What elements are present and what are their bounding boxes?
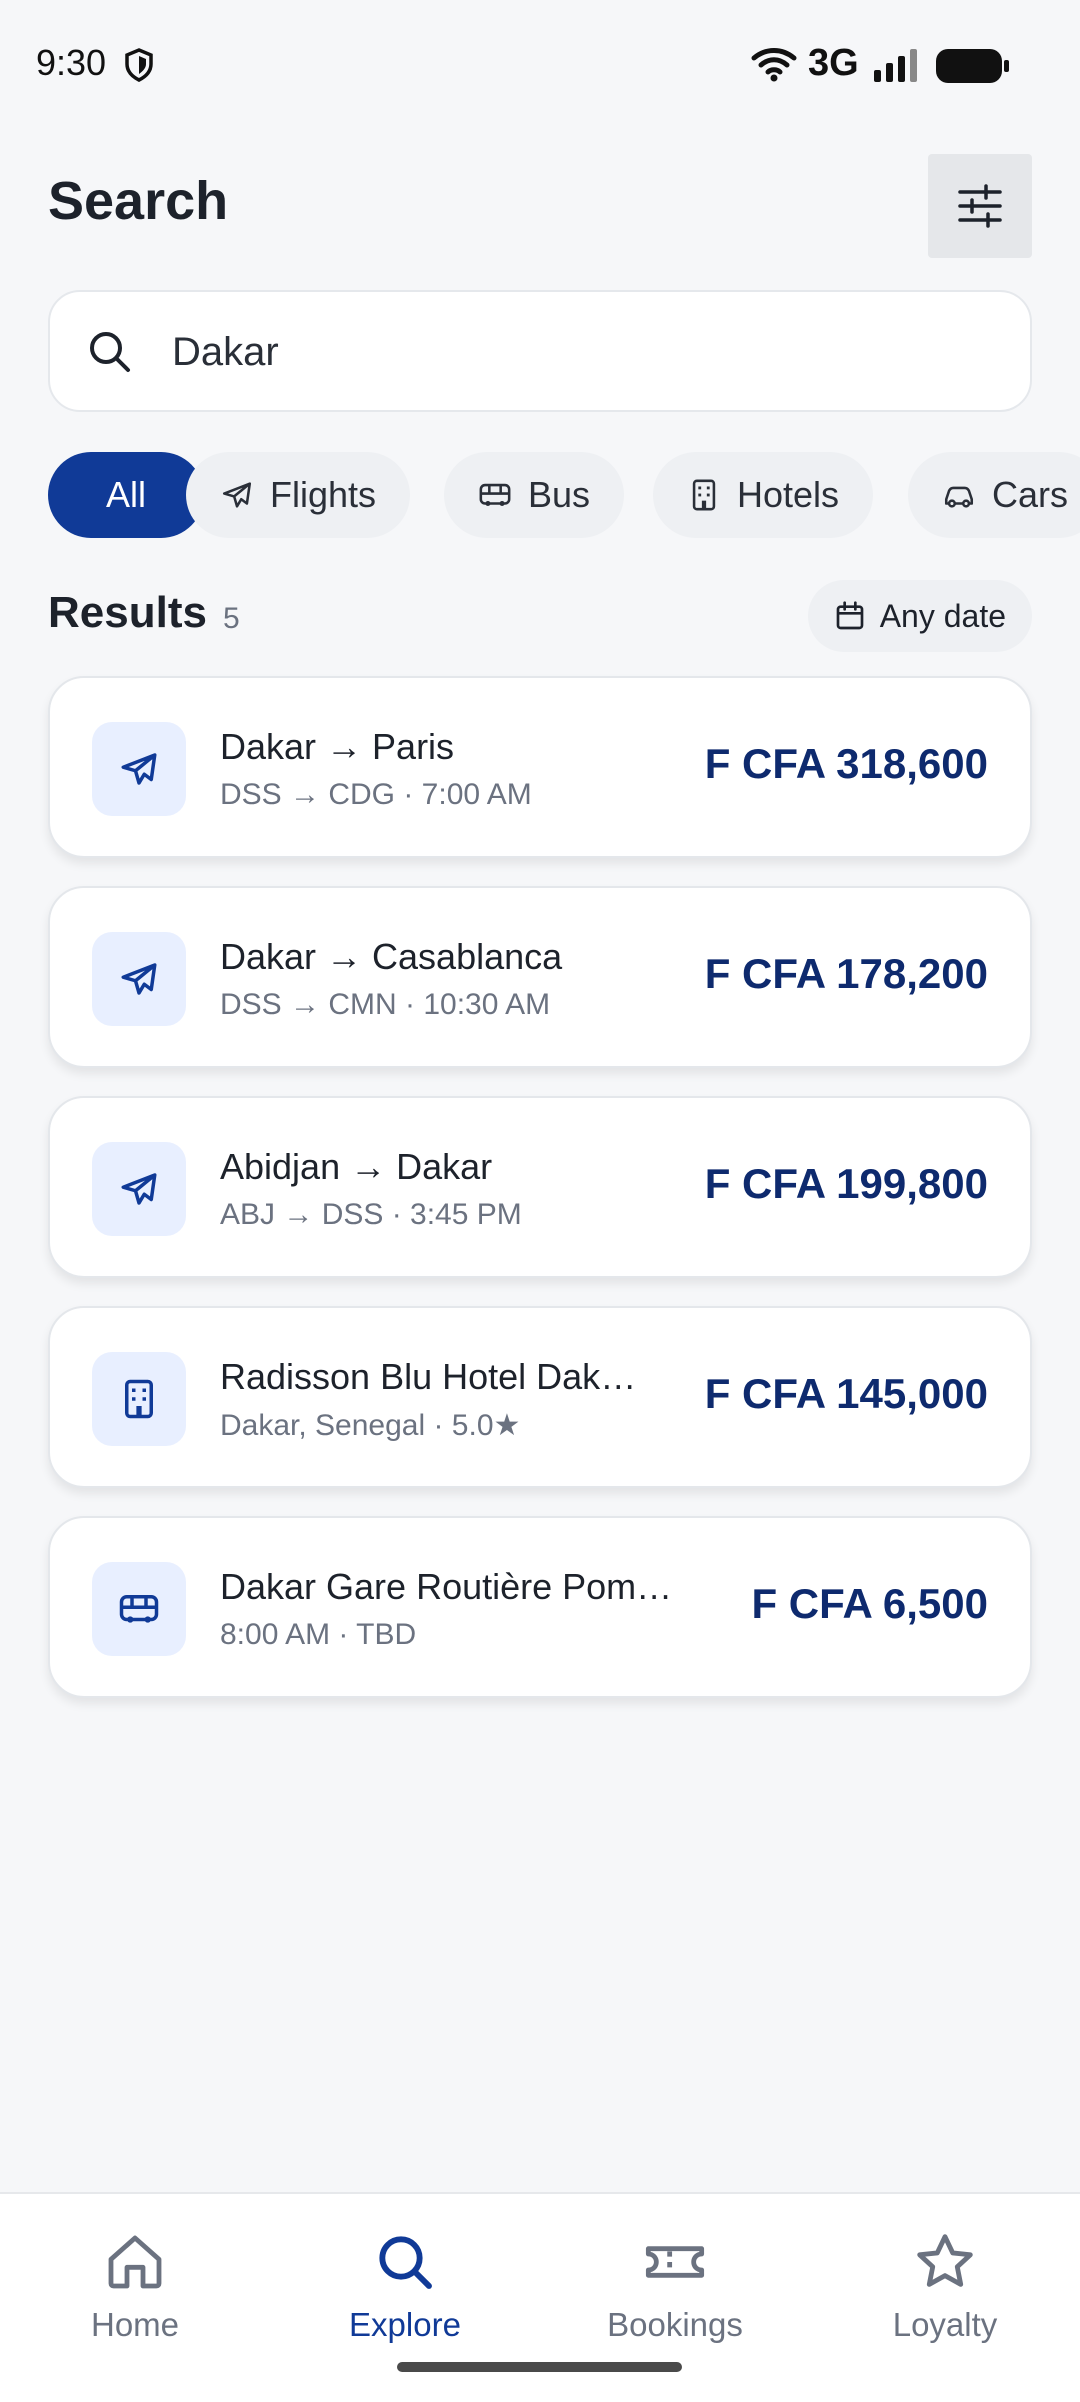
wifi-icon bbox=[751, 48, 797, 82]
plane-icon bbox=[121, 753, 157, 785]
result-price: F CFA 6,500 bbox=[751, 1580, 988, 1627]
chip-label: Bus bbox=[528, 474, 591, 515]
result-title: Dakar Gare Routière Pompidou bbox=[220, 1566, 690, 1607]
result-type-icon bbox=[92, 722, 186, 816]
search-input[interactable] bbox=[170, 320, 994, 384]
search-icon bbox=[90, 332, 130, 372]
chip-bus[interactable]: Bus bbox=[444, 452, 625, 538]
date-filter-button[interactable]: Any date bbox=[807, 580, 1032, 652]
status-time: 9:30 bbox=[36, 42, 107, 83]
chip-hotels[interactable]: Hotels bbox=[653, 452, 874, 538]
search-box[interactable] bbox=[48, 290, 1032, 412]
result-title: Abidjan → Dakar bbox=[220, 1146, 493, 1187]
result-card[interactable]: Dakar Gare Routière Pompidou 8:00 AM · T… bbox=[48, 1516, 1032, 1698]
result-card[interactable]: Radisson Blu Hotel Dakar Sea Plaza Dakar… bbox=[48, 1306, 1032, 1488]
chip-label: All bbox=[105, 474, 146, 515]
building-icon bbox=[692, 479, 716, 511]
plane-icon bbox=[121, 1173, 157, 1205]
result-price: F CFA 318,600 bbox=[704, 740, 988, 787]
filter-button[interactable] bbox=[928, 154, 1032, 258]
network-type: 3G bbox=[808, 42, 859, 84]
search-icon bbox=[379, 2236, 432, 2289]
nav-loyalty[interactable]: Loyalty bbox=[845, 2230, 1045, 2350]
nav-label: Explore bbox=[349, 2306, 461, 2343]
plane-icon bbox=[222, 482, 252, 508]
result-subtitle: DSS → CDG · 7:00 AM bbox=[220, 778, 532, 811]
result-subtitle: 8:00 AM · TBD bbox=[220, 1618, 417, 1651]
result-title: Dakar → Paris bbox=[220, 726, 455, 767]
nav-home[interactable]: Home bbox=[35, 2230, 235, 2350]
result-price: F CFA 199,800 bbox=[704, 1160, 988, 1207]
date-filter-label: Any date bbox=[879, 597, 1006, 634]
chip-cars[interactable]: Cars bbox=[908, 452, 1080, 538]
results-count: 5 bbox=[223, 602, 240, 635]
ticket-icon bbox=[645, 2246, 705, 2278]
battery-icon bbox=[936, 49, 1009, 83]
nav-label: Loyalty bbox=[892, 2306, 998, 2343]
shield-icon bbox=[125, 48, 153, 82]
status-bar: 9:30 3G bbox=[0, 0, 1080, 130]
result-title: Dakar → Casablanca bbox=[220, 936, 563, 977]
result-type-icon bbox=[92, 1562, 186, 1656]
building-icon bbox=[125, 1379, 153, 1419]
chip-label: Hotels bbox=[737, 474, 840, 515]
result-price: F CFA 178,200 bbox=[704, 950, 988, 997]
page-title: Search bbox=[48, 171, 229, 231]
status-indicators: 3G bbox=[750, 40, 1080, 90]
result-type-icon bbox=[92, 1352, 186, 1446]
nav-bookings[interactable]: Bookings bbox=[575, 2230, 775, 2350]
result-subtitle: Dakar, Senegal · 5.0★ bbox=[220, 1409, 521, 1442]
result-card[interactable]: Dakar → Casablanca DSS → CMN · 10:30 AM … bbox=[48, 886, 1032, 1068]
result-type-icon bbox=[92, 1142, 186, 1236]
star-icon bbox=[917, 2234, 973, 2287]
result-title: Radisson Blu Hotel Dakar Sea Plaza bbox=[220, 1356, 640, 1397]
result-subtitle: ABJ → DSS · 3:45 PM bbox=[220, 1198, 522, 1231]
nav-label: Home bbox=[90, 2306, 180, 2343]
category-chips: All Flights Bus Hotels Cars bbox=[48, 452, 1080, 538]
result-subtitle: DSS → CMN · 10:30 AM bbox=[220, 988, 551, 1021]
results-header: Results 5 Any date bbox=[48, 574, 1032, 654]
calendar-icon bbox=[836, 601, 864, 630]
results-title: Results bbox=[48, 588, 207, 637]
signal-icon bbox=[874, 49, 917, 82]
result-type-icon bbox=[92, 932, 186, 1026]
chip-label: Flights bbox=[270, 474, 377, 515]
nav-explore[interactable]: Explore bbox=[305, 2230, 505, 2350]
bus-icon bbox=[479, 483, 511, 507]
car-icon bbox=[944, 486, 974, 508]
sliders-icon bbox=[958, 184, 1002, 228]
home-icon bbox=[108, 2235, 162, 2289]
chip-label: Cars bbox=[992, 474, 1069, 515]
result-card[interactable]: Dakar → Paris DSS → CDG · 7:00 AM F CFA … bbox=[48, 676, 1032, 858]
result-card[interactable]: Abidjan → Dakar ABJ → DSS · 3:45 PM F CF… bbox=[48, 1096, 1032, 1278]
bus-icon bbox=[119, 1595, 159, 1623]
result-price: F CFA 145,000 bbox=[704, 1370, 988, 1417]
nav-label: Bookings bbox=[607, 2306, 743, 2343]
plane-icon bbox=[121, 963, 157, 995]
home-indicator[interactable] bbox=[397, 2362, 682, 2372]
chip-flights[interactable]: Flights bbox=[186, 452, 411, 538]
chip-all[interactable]: All bbox=[48, 452, 204, 538]
